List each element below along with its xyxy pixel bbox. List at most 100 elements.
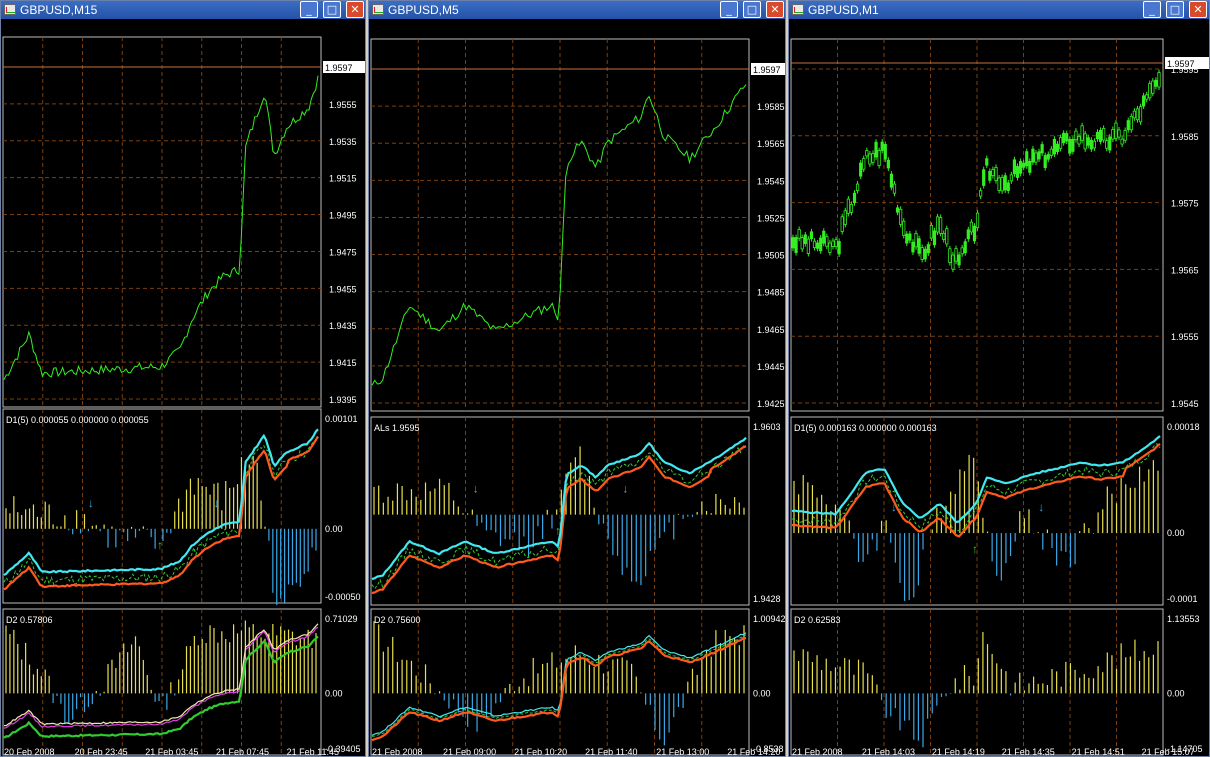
- candle-body: [1055, 143, 1060, 153]
- ma-line-cream: [3, 623, 319, 727]
- price-tick-label: 1.9565: [1171, 265, 1199, 275]
- chart-window-gbpusd-m15[interactable]: GBPUSD,M15 _ □ ✕ 1.95751.95551.95351.951…: [0, 0, 366, 757]
- candle-body: [899, 208, 903, 225]
- candle-body: [825, 236, 829, 247]
- candle-body: [979, 190, 983, 197]
- candle-body: [889, 173, 894, 188]
- candle-body: [859, 162, 863, 177]
- candle-body: [819, 237, 823, 252]
- candle-body: [874, 141, 878, 158]
- candle-body: [862, 158, 866, 170]
- price-tick-label: 1.9485: [757, 288, 785, 298]
- candle-body: [1126, 120, 1130, 131]
- candle-body: [963, 241, 967, 254]
- fast-ma-line: [371, 632, 747, 736]
- price-tick-label: 1.9525: [757, 213, 785, 223]
- arrow-down-icon: ↓: [88, 496, 94, 510]
- price-tick-label: 1.9445: [757, 362, 785, 372]
- chart-area[interactable]: 1.96051.95851.95651.95451.95251.95051.94…: [369, 19, 786, 757]
- minimize-button[interactable]: _: [300, 1, 318, 18]
- candle-body: [926, 244, 930, 254]
- candle-body: [880, 141, 884, 151]
- candle-body: [1006, 182, 1010, 192]
- window-titlebar[interactable]: GBPUSD,M5 _ □ ✕: [369, 1, 785, 19]
- price-tick-label: 1.9395: [329, 395, 357, 405]
- slow-ma-line: [791, 442, 1161, 538]
- candle-body: [1058, 137, 1063, 149]
- minimize-button[interactable]: _: [1143, 1, 1161, 18]
- candle-body: [960, 247, 964, 255]
- time-axis-label: 21 Feb 15:07: [1142, 747, 1195, 757]
- candle-body: [932, 230, 937, 246]
- candle-body: [917, 238, 921, 254]
- price-tick-label: 1.9535: [329, 137, 357, 147]
- candle-body: [806, 238, 810, 254]
- indicator2-tick-label: 0.00: [1167, 688, 1185, 698]
- arrow-up-icon: ↑: [972, 542, 978, 556]
- candle-body: [1040, 144, 1044, 154]
- indicator1-label: D1(5) 0.000055 0.000000 0.000055: [6, 415, 149, 425]
- maximize-button[interactable]: □: [1166, 1, 1184, 18]
- candle-body: [985, 158, 989, 166]
- price-tick-label: 1.9495: [329, 211, 357, 221]
- candle-body: [1114, 122, 1118, 139]
- price-tick-label: 1.9555: [329, 100, 357, 110]
- window-title: GBPUSD,M15: [20, 3, 98, 17]
- candle-body: [843, 210, 847, 225]
- price-tick-label: 1.9545: [757, 176, 785, 186]
- fast-ma-line: [3, 428, 319, 577]
- candle-body: [908, 233, 912, 241]
- candle-body: [945, 228, 949, 245]
- candle-body: [911, 241, 915, 253]
- candle-body: [942, 233, 946, 240]
- close-button[interactable]: ✕: [766, 1, 784, 18]
- candle-body: [948, 248, 952, 263]
- candle-body: [877, 150, 881, 166]
- time-axis-label: 21 Feb 2008: [372, 747, 423, 757]
- candle-body: [1120, 138, 1124, 145]
- window-title: GBPUSD,M1: [808, 3, 879, 17]
- candle-body: [1025, 151, 1029, 167]
- candle-body: [1129, 115, 1133, 131]
- candle-body: [1049, 148, 1053, 156]
- candle-body: [794, 237, 798, 253]
- price-tick-label: 1.9455: [329, 284, 357, 294]
- window-titlebar[interactable]: GBPUSD,M15 _ □ ✕: [1, 1, 365, 19]
- chart-area[interactable]: 1.95951.95851.95751.95651.95551.95451.95…: [789, 19, 1210, 757]
- close-button[interactable]: ✕: [1189, 1, 1207, 18]
- candle-body: [923, 248, 927, 260]
- window-titlebar[interactable]: GBPUSD,M1 _ □ ✕: [789, 1, 1209, 19]
- maximize-button[interactable]: □: [743, 1, 761, 18]
- candle-body: [828, 242, 832, 253]
- candle-body: [1102, 127, 1106, 141]
- candle-body: [902, 220, 906, 236]
- chart-window-icon: [4, 4, 16, 15]
- indicator2-label: D2 0.57806: [6, 615, 53, 625]
- time-axis-label: 20 Feb 23:45: [75, 747, 128, 757]
- candle-body: [855, 183, 860, 191]
- candle-body: [1012, 159, 1017, 175]
- candle-body: [1092, 140, 1097, 149]
- maximize-button[interactable]: □: [323, 1, 341, 18]
- candle-body: [837, 241, 841, 255]
- chart-window-gbpusd-m5[interactable]: GBPUSD,M5 _ □ ✕ 1.96051.95851.95651.9545…: [368, 0, 786, 757]
- candle-body: [972, 225, 977, 242]
- candle-body: [852, 192, 857, 204]
- slow-ma-line: [371, 445, 747, 595]
- candle-body: [892, 183, 897, 194]
- current-price-label: 1.9597: [753, 65, 781, 75]
- candle-body: [1135, 108, 1140, 121]
- candle-body: [1028, 161, 1032, 173]
- chart-window-gbpusd-m1[interactable]: GBPUSD,M1 _ □ ✕ 1.9595 1.9585 1.9575 1.9565…: [788, 0, 1210, 757]
- candle-body: [840, 216, 844, 232]
- minimize-button[interactable]: _: [720, 1, 738, 18]
- time-axis-label: 21 Feb 03:45: [145, 747, 198, 757]
- chart-area[interactable]: 1.95751.95551.95351.95151.94951.94751.94…: [1, 19, 366, 757]
- candle-body: [1086, 137, 1090, 146]
- chart-window-icon: [792, 4, 804, 15]
- signal-dashed-line: [3, 437, 319, 586]
- candle-body: [1046, 154, 1050, 160]
- close-button[interactable]: ✕: [346, 1, 364, 18]
- time-axis-label: 20 Feb 2008: [4, 747, 55, 757]
- indicator2-label: D2 0.75600: [374, 615, 421, 625]
